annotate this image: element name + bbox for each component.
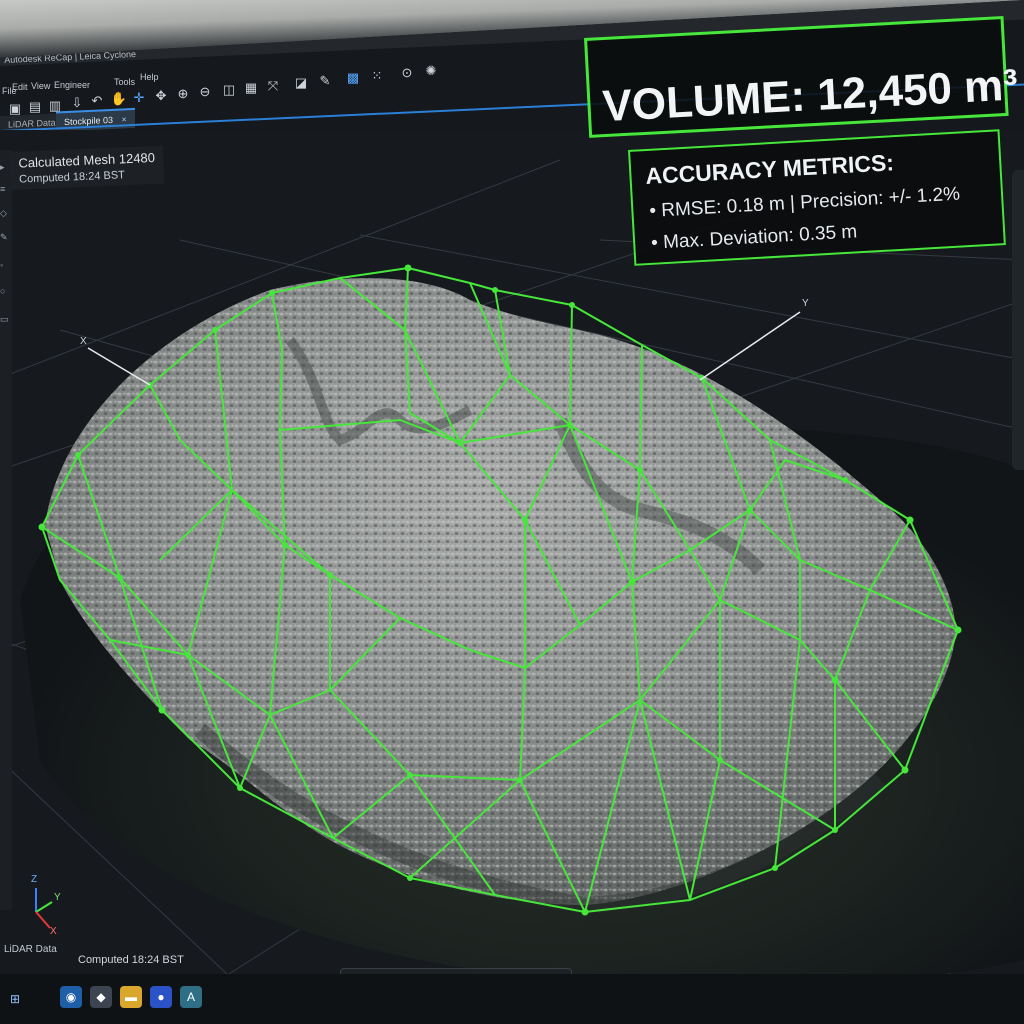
- metric-max-deviation: • Max. Deviation: 0.35 m: [650, 221, 858, 254]
- y-axis-label: Y: [802, 298, 809, 309]
- scan-icon[interactable]: ◦: [0, 260, 10, 272]
- accuracy-metrics-panel: ACCURACY METRICS: • RMSE: 0.18 m | Preci…: [628, 129, 1006, 266]
- teams-icon[interactable]: ●: [150, 986, 172, 1008]
- visibility-icon[interactable]: ○: [0, 286, 10, 298]
- right-panel-handle[interactable]: [1012, 170, 1024, 470]
- autodesk-icon[interactable]: A: [180, 986, 202, 1008]
- os-taskbar: ⊞ ◉ ◆ ▬ ● A: [0, 974, 1024, 1024]
- edit-icon[interactable]: ✎: [0, 232, 10, 244]
- gizmo-y-label: Y: [54, 892, 61, 903]
- mesh-computed-time: Computed 18:24 BST: [18, 169, 126, 186]
- gizmo-x-label: X: [50, 926, 57, 937]
- mesh-info-panel: Calculated Mesh 12480 Computed 18:24 BST: [10, 145, 165, 190]
- status-computed: Computed 18:24 BST: [78, 954, 184, 966]
- x-axis-label: X: [80, 336, 87, 347]
- gizmo-z-label: Z: [31, 874, 38, 885]
- app-icon[interactable]: ◆: [90, 986, 112, 1008]
- metric-rmse: • RMSE: 0.18 m | Precision: +/- 1.2%: [648, 183, 961, 222]
- start-icon[interactable]: ⊞: [4, 988, 26, 1010]
- clip-icon[interactable]: ◇: [0, 208, 10, 220]
- browser-icon[interactable]: ◉: [60, 986, 82, 1008]
- mesh-count: Calculated Mesh 12480: [18, 149, 156, 171]
- screen: Autodesk ReCap | Leica Cyclone File Edit…: [0, 0, 1024, 1024]
- status-source: LiDAR Data: [4, 944, 57, 955]
- cursor-icon[interactable]: ▸: [0, 162, 10, 174]
- left-toolstrip: ▸ ≡ ◇ ✎ ◦ ○ ▭: [0, 150, 12, 910]
- metrics-heading: ACCURACY METRICS:: [644, 149, 895, 190]
- section-icon[interactable]: ▭: [0, 314, 10, 326]
- file-explorer-icon[interactable]: ▬: [120, 986, 142, 1008]
- layers-icon[interactable]: ≡: [0, 184, 10, 196]
